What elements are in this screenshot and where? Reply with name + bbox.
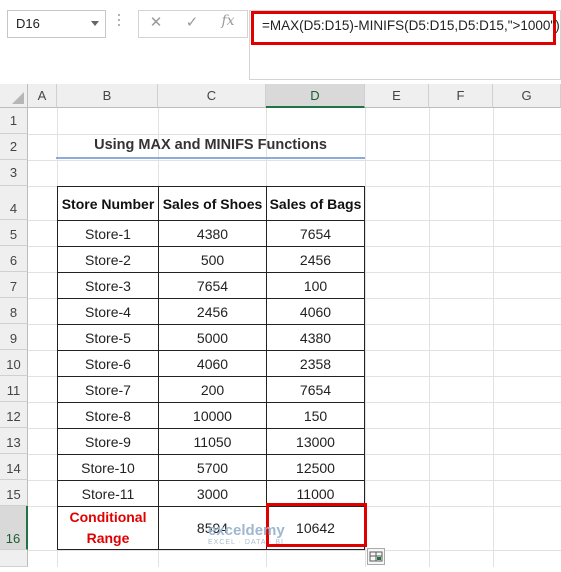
chevron-down-icon[interactable] [91,21,99,26]
row-header-2[interactable]: 2 [0,134,28,160]
formula-text[interactable]: =MAX(D5:D15)-MINIFS(D5:D15,D5:D15,">1000… [262,18,560,33]
table-row-4-bags-cell[interactable]: 4060 [266,298,365,325]
table-row-6-bags-cell[interactable]: 2358 [266,350,365,377]
table-row-4-store-cell[interactable]: Store-4 [57,298,159,325]
row-header-8[interactable]: 8 [0,298,28,324]
table-row-1-store-cell[interactable]: Store-1 [57,220,159,247]
row-header-9[interactable]: 9 [0,324,28,350]
table-row-10-bags-cell[interactable]: 12500 [266,454,365,481]
column-header-d[interactable]: D [266,84,365,108]
row-header-14[interactable]: 14 [0,454,28,480]
table-row-5-shoes-cell[interactable]: 5000 [158,324,267,351]
column-header-c[interactable]: C [158,84,266,108]
name-box[interactable]: D16 [7,10,106,38]
column-header-a[interactable]: A [28,84,57,108]
row-header-11[interactable]: 11 [0,376,28,402]
table-row-2-bags-cell[interactable]: 2456 [266,246,365,273]
title-underline [56,157,365,159]
table-row-11-shoes-cell[interactable]: 3000 [158,480,267,507]
table-row-9-shoes-cell[interactable]: 11050 [158,428,267,455]
row-header-12[interactable]: 12 [0,402,28,428]
row-header-15[interactable]: 15 [0,480,28,506]
column-header-f[interactable]: F [429,84,493,108]
enter-icon[interactable]: ✓ [182,13,202,31]
table-row-3-store-cell[interactable]: Store-3 [57,272,159,299]
table-row-8-shoes-cell[interactable]: 10000 [158,402,267,429]
row-header-16[interactable]: 16 [0,506,28,550]
table-row-10-store-cell[interactable]: Store-10 [57,454,159,481]
row-header-3[interactable]: 3 [0,160,28,186]
table-row-7-shoes-cell[interactable]: 200 [158,376,267,403]
row-header-4[interactable]: 4 [0,186,28,220]
column-header-b[interactable]: B [57,84,158,108]
table-row-6-shoes-cell[interactable]: 4060 [158,350,267,377]
column-header-g[interactable]: G [493,84,561,108]
row-header-10[interactable]: 10 [0,350,28,376]
insert-function-icon[interactable]: fx [218,13,238,29]
result-label-line2: Range [86,530,130,546]
table-row-7-bags-cell[interactable]: 7654 [266,376,365,403]
row-header-17[interactable] [0,550,28,567]
table-row-9-bags-cell[interactable]: 13000 [266,428,365,455]
table-row-4-shoes-cell[interactable]: 2456 [158,298,267,325]
table-row-8-bags-cell[interactable]: 150 [266,402,365,429]
row-header-1[interactable]: 1 [0,108,28,134]
select-all-button[interactable] [0,84,28,108]
row-header-5[interactable]: 5 [0,220,28,246]
table-row-5-bags-cell[interactable]: 4380 [266,324,365,351]
formula-bar-grip[interactable] [118,14,121,36]
table-row-2-shoes-cell[interactable]: 500 [158,246,267,273]
header-sales-of-bags[interactable]: Sales of Bags [266,186,365,221]
watermark-tagline: EXCEL · DATA · BI [208,539,284,546]
header-sales-of-shoes[interactable]: Sales of Shoes [158,186,267,221]
table-row-8-store-cell[interactable]: Store-8 [57,402,159,429]
table-row-1-bags-cell[interactable]: 7654 [266,220,365,247]
table-row-5-store-cell[interactable]: Store-5 [57,324,159,351]
table-row-1-shoes-cell[interactable]: 4380 [158,220,267,247]
cancel-icon[interactable]: ✕ [146,13,166,31]
result-label-cell[interactable]: Conditional Range [57,506,159,550]
table-row-6-store-cell[interactable]: Store-6 [57,350,159,377]
watermark-logo: exceldemy EXCEL · DATA · BI [208,522,285,546]
watermark-brand: exceldemy [208,522,285,539]
name-box-value: D16 [16,16,40,31]
table-row-7-store-cell[interactable]: Store-7 [57,376,159,403]
table-row-9-store-cell[interactable]: Store-9 [57,428,159,455]
row-header-6[interactable]: 6 [0,246,28,272]
quick-analysis-icon[interactable] [367,548,385,565]
row-header-13[interactable]: 13 [0,428,28,454]
table-row-3-shoes-cell[interactable]: 7654 [158,272,267,299]
table-row-11-store-cell[interactable]: Store-11 [57,480,159,507]
column-header-e[interactable]: E [365,84,429,108]
sheet-title: Using MAX and MINIFS Functions [94,137,327,153]
result-label-line1: Conditional [69,509,147,525]
row-header-7[interactable]: 7 [0,272,28,298]
table-row-2-store-cell[interactable]: Store-2 [57,246,159,273]
header-store-number[interactable]: Store Number [57,186,159,221]
table-row-10-shoes-cell[interactable]: 5700 [158,454,267,481]
table-row-3-bags-cell[interactable]: 100 [266,272,365,299]
